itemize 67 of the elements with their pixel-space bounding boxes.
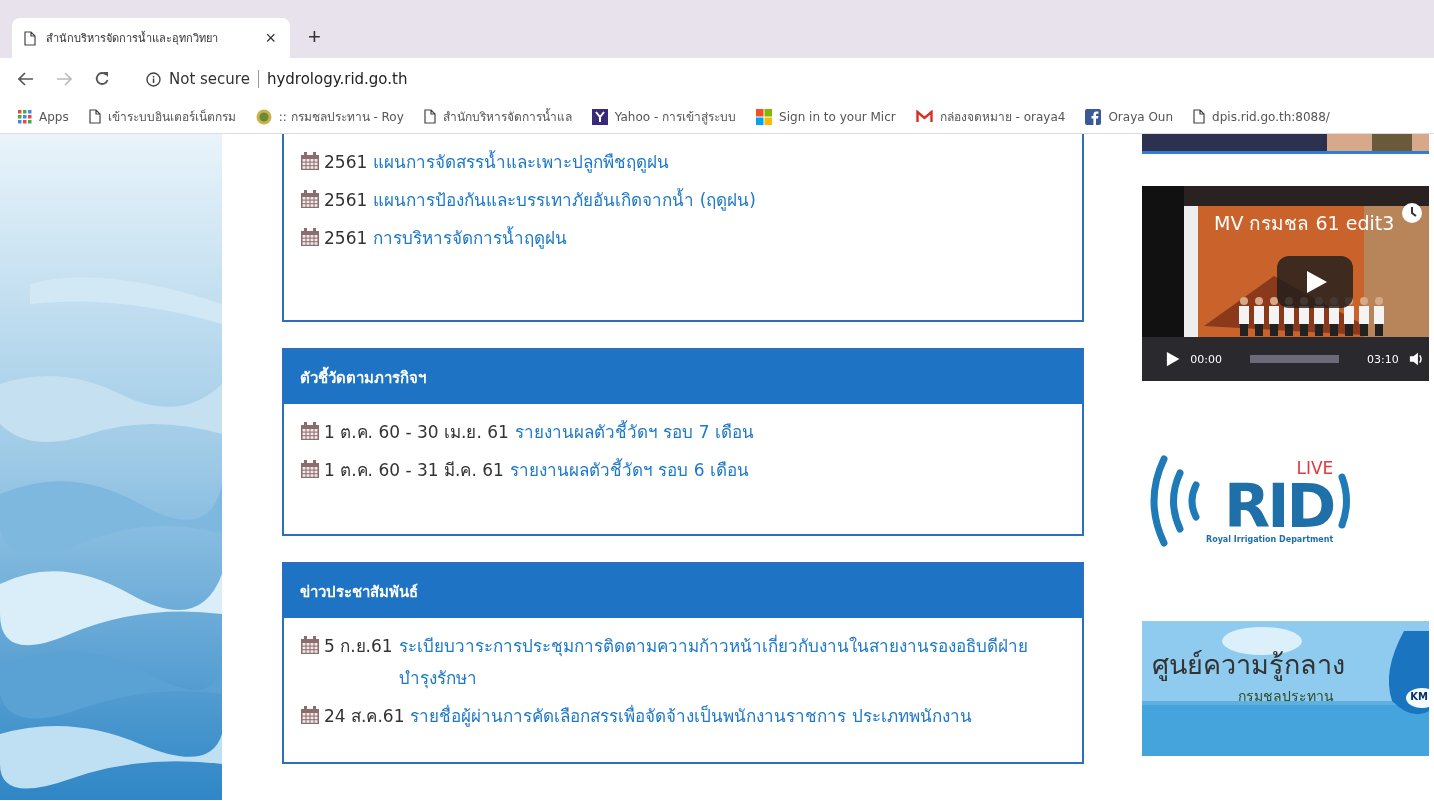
windows-logo-icon bbox=[756, 108, 773, 125]
item-date: 2561 bbox=[324, 189, 368, 212]
panel-header: ตัวชี้วัดตามภารกิจฯ bbox=[284, 350, 1082, 404]
calendar-icon bbox=[300, 636, 320, 655]
bookmark-link[interactable]: สำนักบริหารจัดการน้ำแล bbox=[423, 107, 572, 126]
bookmark-link[interactable]: กล่องจดหมาย - oraya4 bbox=[915, 107, 1066, 126]
reload-icon[interactable] bbox=[94, 71, 110, 87]
facebook-logo-icon bbox=[1085, 108, 1102, 125]
calendar-icon bbox=[300, 460, 320, 479]
yahoo-logo-icon bbox=[591, 108, 608, 125]
bookmark-link[interactable]: เข้าระบบอินเตอร์เน็ตกรม bbox=[88, 107, 236, 126]
calendar-icon bbox=[300, 152, 320, 171]
item-link[interactable]: ระเบียบวาระการประชุมการติดตามความก้าวหน้าเกี่ยวกับงานในสายงานรองอธิบดีฝ่ายบำรุงรักษา bbox=[398, 630, 1039, 694]
bookmark-link[interactable]: Oraya Oun bbox=[1085, 108, 1174, 125]
banner-subtitle: กรมชลประทาน bbox=[1238, 687, 1334, 706]
apps-grid-icon bbox=[18, 109, 32, 124]
banner-logo-label: KM bbox=[1410, 691, 1428, 702]
item-date: 2561 bbox=[324, 227, 368, 250]
address-field[interactable]: hydrology.rid.go.th bbox=[257, 70, 408, 88]
play-button-icon[interactable] bbox=[1277, 256, 1353, 308]
clock-icon bbox=[1401, 202, 1423, 224]
bookmark-link[interactable]: Apps bbox=[18, 109, 69, 124]
back-arrow-icon[interactable] bbox=[18, 72, 34, 86]
progress-track[interactable] bbox=[1249, 355, 1340, 363]
bookmark-link[interactable]: :: กรมชลประทาน - Roy bbox=[255, 107, 404, 126]
video-player[interactable]: MV กรมชล 61 edit3 00:00 03:10 bbox=[1142, 186, 1429, 381]
calendar-icon bbox=[300, 228, 320, 247]
panel-header: ข่าวประชาสัมพันธ์ bbox=[284, 564, 1082, 618]
item-link[interactable]: รายงานผลตัวชี้วัดฯ รอบ 6 เดือน bbox=[509, 454, 1066, 486]
video-title: MV กรมชล 61 edit3 bbox=[1214, 211, 1395, 236]
play-icon[interactable] bbox=[1166, 350, 1181, 368]
duration-time: 03:10 bbox=[1367, 352, 1399, 366]
mail-logo-icon bbox=[915, 110, 933, 123]
calendar-icon bbox=[300, 190, 320, 209]
item-link[interactable]: การบริหารจัดการน้ำฤดูฝน bbox=[373, 222, 1014, 254]
item-date: 1 ต.ค. 60 - 31 มี.ค. 61 bbox=[324, 459, 504, 482]
logo-caption: Royal Irrigation Department bbox=[1206, 534, 1334, 544]
item-date: 1 ต.ค. 60 - 30 เม.ย. 61 bbox=[324, 421, 509, 444]
calendar-icon bbox=[300, 422, 320, 441]
page-icon bbox=[88, 109, 101, 124]
page-icon bbox=[423, 109, 436, 124]
new-tab-button[interactable]: + bbox=[304, 24, 325, 50]
page-icon bbox=[1193, 109, 1206, 124]
knowledge-banner[interactable]: ศูนย์ความรู้กลาง กรมชลประทาน KM bbox=[1142, 621, 1429, 756]
item-date: 24 ส.ค.61 bbox=[324, 705, 405, 728]
banner-title: ศูนย์ความรู้กลาง bbox=[1152, 648, 1345, 683]
item-link[interactable]: รายชื่อผู้ผ่านการคัดเลือกสรรเพื่อจัดจ้างเป็นพนักงานราชการ ประเภทพนักงาน bbox=[410, 700, 1051, 732]
bookmark-link[interactable]: Yahoo - การเข้าสู่ระบบ bbox=[591, 107, 737, 126]
item-date: 2561 bbox=[324, 151, 368, 174]
bookmark-link[interactable]: dpis.rid.go.th:8088/ bbox=[1193, 109, 1330, 124]
item-link[interactable]: รายงานผลตัวชี้วัดฯ รอบ 7 เดือน bbox=[514, 416, 1066, 448]
close-tab-button[interactable]: × bbox=[263, 27, 278, 49]
current-time: 00:00 bbox=[1190, 352, 1222, 366]
security-label: Not secure bbox=[169, 70, 250, 88]
item-link[interactable]: แผนการป้องกันและบรรเทาภัยอันเกิดจากน้ำ (ฤดูฝน) bbox=[373, 184, 1014, 216]
page-icon bbox=[24, 30, 36, 46]
browser-tab[interactable]: สำนักบริหารจัดการน้ำและอุทกวิทยา × bbox=[12, 18, 290, 58]
tab-title: สำนักบริหารจัดการน้ำและอุทกวิทยา bbox=[46, 30, 219, 47]
item-date: 5 ก.ย.61 bbox=[324, 635, 393, 658]
item-link[interactable]: แผนการจัดสรรน้ำและเพาะปลูกพืชฤดูฝน bbox=[373, 146, 1014, 178]
logo-mark: RID bbox=[1224, 476, 1334, 535]
live-label: LIVE bbox=[1296, 458, 1334, 477]
emblem-icon bbox=[255, 108, 272, 125]
calendar-icon bbox=[300, 706, 320, 725]
info-icon[interactable] bbox=[146, 71, 161, 87]
volume-icon[interactable] bbox=[1408, 351, 1423, 367]
bookmark-link[interactable]: Sign in to your Micr bbox=[756, 108, 896, 125]
